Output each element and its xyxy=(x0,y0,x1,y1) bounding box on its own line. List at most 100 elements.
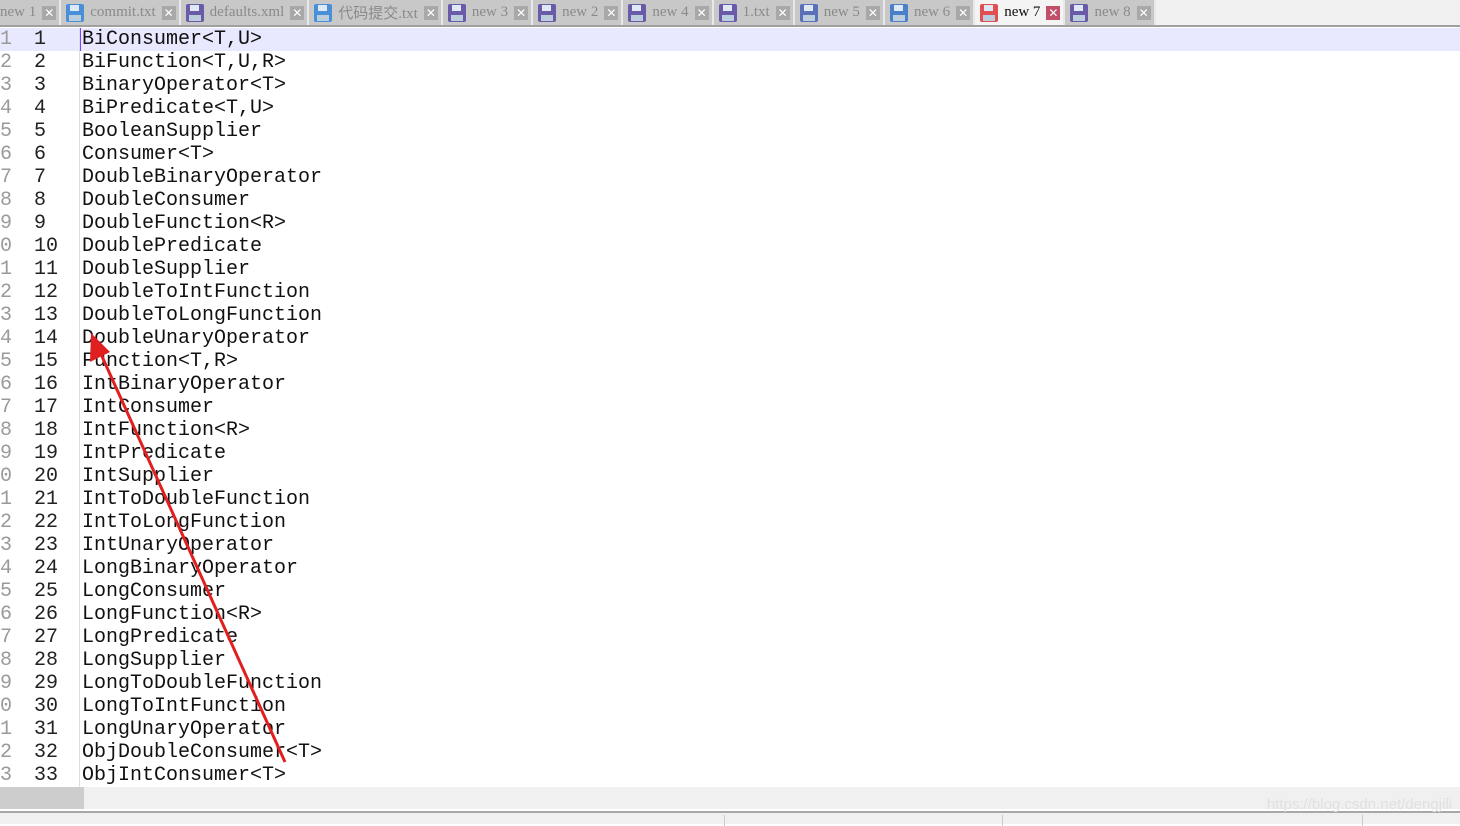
close-icon[interactable]: ✕ xyxy=(956,5,971,20)
code-line[interactable]: 3 23 IntUnaryOperator xyxy=(0,534,1460,557)
tab-new-6[interactable]: new 6 ✕ xyxy=(884,0,976,25)
close-icon[interactable]: ✕ xyxy=(865,5,880,20)
code-line[interactable]: 4 4 BiPredicate<T,U> xyxy=(0,97,1460,120)
code-line[interactable]: 6 26 LongFunction<R> xyxy=(0,603,1460,626)
code-line[interactable]: 9 19 IntPredicate xyxy=(0,442,1460,465)
line-text: DoubleFunction<R> xyxy=(82,212,287,235)
line-text: LongToDoubleFunction xyxy=(82,672,323,695)
editor[interactable]: 1 1 BiConsumer<T,U> 2 2 BiFunction<T,U,R> 3 3 Bi… xyxy=(0,28,1460,787)
close-icon[interactable]: ✕ xyxy=(423,5,438,20)
outer-line-number: 8 xyxy=(0,189,13,212)
outer-line-number: 7 xyxy=(0,166,13,189)
code-line[interactable]: 3 33 ObjIntConsumer<T> xyxy=(0,764,1460,787)
line-text: BiFunction<T,U,R> xyxy=(82,51,287,74)
line-number: 17 xyxy=(28,396,80,419)
status-separator xyxy=(724,815,725,826)
tab-defaults-xml[interactable]: defaults.xml ✕ xyxy=(180,0,310,25)
tab-commit-txt[interactable]: commit.txt ✕ xyxy=(61,0,181,25)
code-line[interactable]: 0 30 LongToIntFunction xyxy=(0,695,1460,718)
save-disk-icon xyxy=(314,3,333,22)
close-icon[interactable]: ✕ xyxy=(42,5,57,20)
code-line[interactable]: 5 25 LongConsumer xyxy=(0,580,1460,603)
code-line[interactable]: 2 22 IntToLongFunction xyxy=(0,511,1460,534)
line-text: LongUnaryOperator xyxy=(82,718,287,741)
outer-line-number: 4 xyxy=(0,557,13,580)
close-icon[interactable]: ✕ xyxy=(1136,5,1151,20)
tab-new-8[interactable]: new 8 ✕ xyxy=(1065,0,1156,25)
code-line[interactable]: 7 17 IntConsumer xyxy=(0,396,1460,419)
line-text: Consumer<T> xyxy=(82,143,215,166)
line-number: 3 xyxy=(28,74,80,97)
code-line[interactable]: 8 18 IntFunction<R> xyxy=(0,419,1460,442)
code-line[interactable]: 7 7 DoubleBinaryOperator xyxy=(0,166,1460,189)
tab-new-3[interactable]: new 3 ✕ xyxy=(442,0,534,25)
tab-new-4[interactable]: new 4 ✕ xyxy=(623,0,714,25)
tab-new-5[interactable]: new 5 ✕ xyxy=(794,0,885,25)
save-disk-icon xyxy=(718,3,737,22)
outer-line-number: 9 xyxy=(0,212,13,235)
outer-line-number: 6 xyxy=(0,603,13,626)
code-line[interactable]: 9 9 DoubleFunction<R> xyxy=(0,212,1460,235)
close-icon[interactable]: ✕ xyxy=(514,5,529,20)
line-text: BinaryOperator<T> xyxy=(82,74,287,97)
code-line[interactable]: 0 10 DoublePredicate xyxy=(0,235,1460,258)
tab--txt[interactable]: 代码提交.txt ✕ xyxy=(309,0,443,25)
line-number: 4 xyxy=(28,97,80,120)
code-line[interactable]: 6 16 IntBinaryOperator xyxy=(0,373,1460,396)
tab-label: 1.txt xyxy=(742,4,770,20)
close-icon[interactable]: ✕ xyxy=(694,5,709,20)
outer-line-number: 7 xyxy=(0,626,13,649)
code-line[interactable]: 8 8 DoubleConsumer xyxy=(0,189,1460,212)
line-number: 9 xyxy=(28,212,80,235)
code-line[interactable]: 2 12 DoubleToIntFunction xyxy=(0,281,1460,304)
close-icon[interactable]: ✕ xyxy=(290,5,305,20)
horizontal-scrollbar[interactable] xyxy=(0,787,1460,809)
line-number: 29 xyxy=(28,672,80,695)
tab-new-1[interactable]: new 1 ✕ xyxy=(0,0,62,25)
code-line[interactable]: 2 2 BiFunction<T,U,R> xyxy=(0,51,1460,74)
save-disk-icon xyxy=(185,3,204,22)
close-icon[interactable]: ✕ xyxy=(161,5,176,20)
code-line[interactable]: 7 27 LongPredicate xyxy=(0,626,1460,649)
code-line[interactable]: 4 14 DoubleUnaryOperator xyxy=(0,327,1460,350)
save-disk-icon xyxy=(1070,3,1089,22)
code-line[interactable]: 5 5 BooleanSupplier xyxy=(0,120,1460,143)
line-number: 16 xyxy=(28,373,80,396)
code-line[interactable]: 1 1 BiConsumer<T,U> xyxy=(0,28,1460,51)
tab-label: new 8 xyxy=(1094,4,1131,20)
line-text: IntToLongFunction xyxy=(82,511,287,534)
code-line[interactable]: 2 32 ObjDoubleConsumer<T> xyxy=(0,741,1460,764)
tab-new-7[interactable]: new 7 ✕ xyxy=(975,0,1066,25)
save-disk-icon xyxy=(628,3,647,22)
save-disk-icon xyxy=(447,3,466,22)
code-line[interactable]: 9 29 LongToDoubleFunction xyxy=(0,672,1460,695)
code-line[interactable]: 3 3 BinaryOperator<T> xyxy=(0,74,1460,97)
code-line[interactable]: 1 11 DoubleSupplier xyxy=(0,258,1460,281)
tab-new-2[interactable]: new 2 ✕ xyxy=(533,0,624,25)
code-line[interactable]: 0 20 IntSupplier xyxy=(0,465,1460,488)
close-icon[interactable]: ✕ xyxy=(775,5,790,20)
line-number: 14 xyxy=(28,327,80,350)
line-text: ObjIntConsumer<T> xyxy=(82,764,287,787)
code-line[interactable]: 8 28 LongSupplier xyxy=(0,649,1460,672)
code-line[interactable]: 6 6 Consumer<T> xyxy=(0,143,1460,166)
code-line[interactable]: 5 15 Function<T,R> xyxy=(0,350,1460,373)
outer-line-number: 0 xyxy=(0,235,13,258)
code-line[interactable]: 1 21 IntToDoubleFunction xyxy=(0,488,1460,511)
line-number: 23 xyxy=(28,534,80,557)
tab-1-txt[interactable]: 1.txt ✕ xyxy=(713,0,795,25)
code-line[interactable]: 1 31 LongUnaryOperator xyxy=(0,718,1460,741)
watermark: https://blog.csdn.net/dengjili xyxy=(1266,796,1452,813)
outer-line-number: 1 xyxy=(0,28,13,51)
code-line[interactable]: 3 13 DoubleToLongFunction xyxy=(0,304,1460,327)
save-disk-icon xyxy=(980,3,999,22)
outer-line-number: 9 xyxy=(0,672,13,695)
line-number: 26 xyxy=(28,603,80,626)
outer-line-number: 4 xyxy=(0,327,13,350)
scrollbar-thumb[interactable] xyxy=(0,787,84,809)
code-line[interactable]: 4 24 LongBinaryOperator xyxy=(0,557,1460,580)
outer-line-number: 3 xyxy=(0,764,13,787)
line-text: DoubleUnaryOperator xyxy=(82,327,311,350)
close-icon[interactable]: ✕ xyxy=(604,5,619,20)
close-icon[interactable]: ✕ xyxy=(1046,5,1061,20)
